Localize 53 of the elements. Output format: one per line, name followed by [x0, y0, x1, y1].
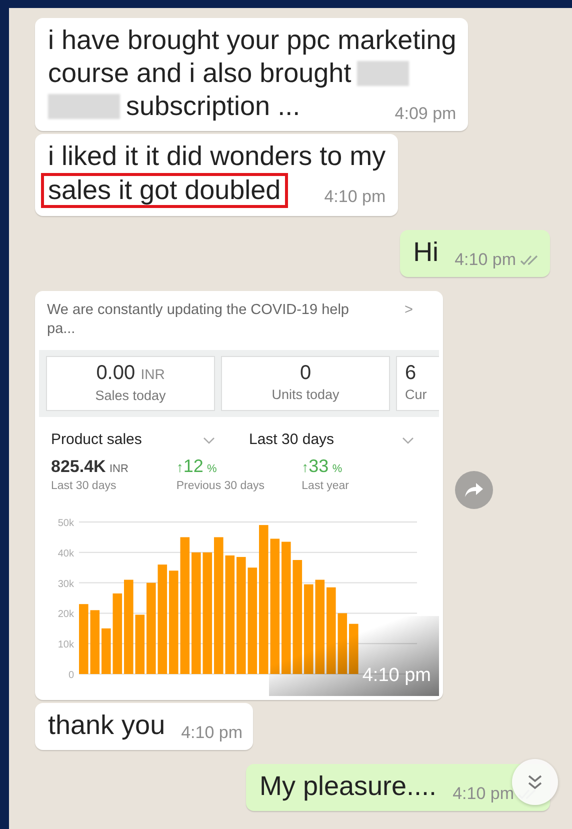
message-time: 4:10 pm	[454, 250, 516, 270]
stat-value: 6	[405, 362, 416, 384]
chevron-right-icon: >	[404, 301, 413, 320]
metric-label: Last year	[302, 478, 350, 494]
axis-label: 50k	[58, 518, 74, 529]
metric-value: 825.4K	[51, 456, 106, 476]
chevron-down-icon	[402, 436, 414, 444]
dropdown-label: Product sales	[51, 430, 142, 450]
message-time: 4:10 pm	[452, 784, 514, 804]
redaction-block	[48, 94, 120, 119]
message-text: i have brought your ppc marketing	[48, 25, 456, 55]
axis-label: 0	[68, 670, 74, 681]
stat-label: Cur	[405, 386, 428, 404]
stat-value: 0.00	[96, 362, 136, 384]
axis-label: 20k	[58, 608, 74, 620]
message-text: thank you	[48, 710, 166, 740]
highlighted-text: sales it got doubled	[41, 173, 288, 208]
trend-arrow: ↑	[176, 458, 184, 475]
metric-label: Previous 30 days	[176, 478, 266, 494]
dropdown[interactable]: Last 30 days	[249, 429, 414, 452]
message-text: subscription ...	[126, 91, 300, 121]
double-chevron-down-icon	[526, 773, 544, 791]
metric-value: 12	[183, 456, 204, 476]
axis-label: 30k	[58, 578, 74, 590]
stat-value: 0	[300, 362, 312, 384]
metric-label: Last 30 days	[51, 478, 118, 494]
stat-label: Units today	[270, 386, 340, 404]
banner-text: We are constantly updating the COVID-19 help pa...	[47, 301, 350, 339]
dropdown[interactable]: Product sales	[51, 429, 249, 452]
scroll-down-button[interactable]	[512, 759, 558, 805]
forward-button[interactable]	[455, 471, 493, 509]
forward-icon	[464, 482, 484, 498]
message-time: 4:10 pm	[362, 664, 431, 688]
redaction-block	[357, 61, 410, 86]
message-time: 4:09 pm	[394, 104, 456, 124]
stat-label: Sales today	[94, 387, 167, 405]
stat-unit: INR	[140, 366, 165, 382]
metric-unit: INR	[109, 462, 128, 475]
dropdown-label: Last 30 days	[249, 430, 334, 450]
message-text: course and i also brought	[48, 58, 352, 88]
message-text: i liked it it did wonders to my	[48, 141, 386, 171]
notice-banner[interactable]: We are constantly updating the COVID-19 help pa... >	[39, 295, 439, 350]
trend-arrow: ↑	[302, 458, 309, 475]
message-time: 4:10 pm	[181, 723, 243, 743]
axis-label: 40k	[58, 548, 74, 560]
message-text: Hi	[413, 237, 439, 267]
metric-unit: %	[206, 462, 217, 475]
message-text: My pleasure....	[259, 771, 437, 801]
chevron-down-icon	[203, 436, 215, 444]
metric-unit: %	[332, 462, 342, 475]
metric-value: 33	[308, 456, 329, 476]
message-time: 4:10 pm	[324, 187, 386, 207]
axis-label: 10k	[58, 639, 74, 650]
